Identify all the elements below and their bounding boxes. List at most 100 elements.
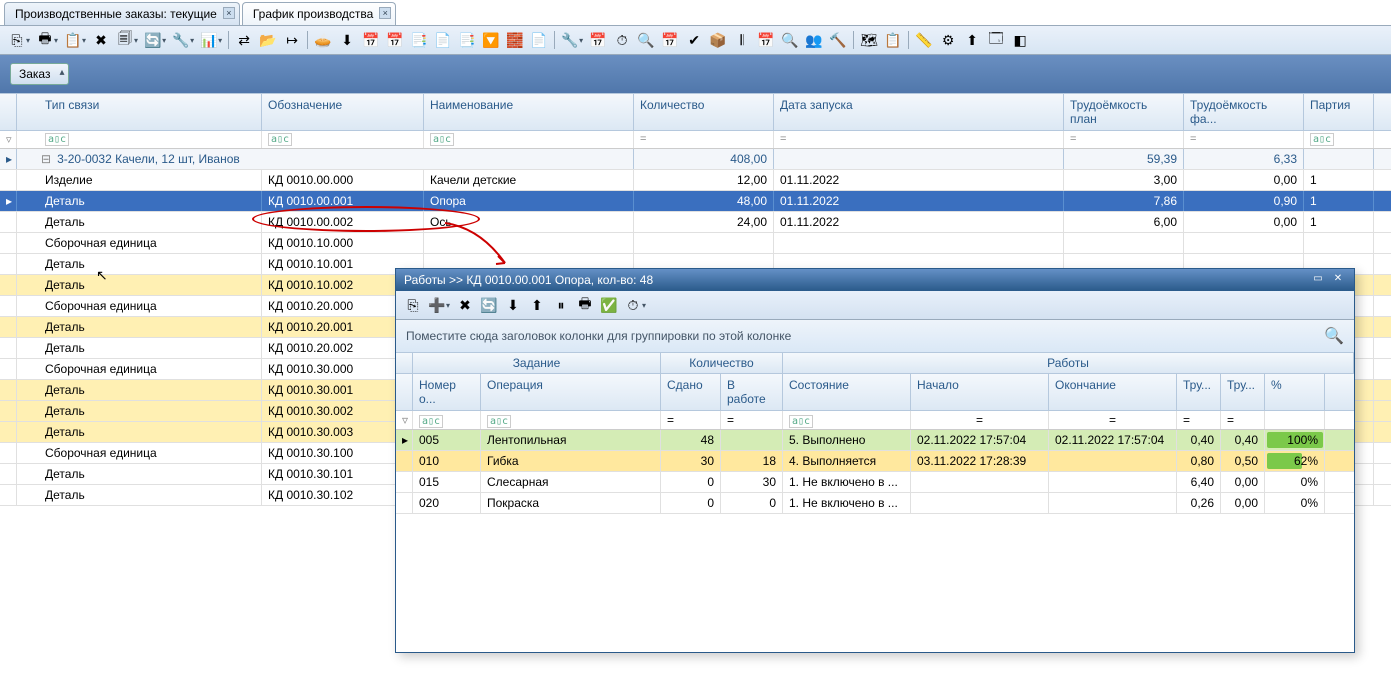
toolbar-button[interactable]: 📋 <box>62 29 84 51</box>
group-row[interactable]: ▸ ⊟3-20-0032 Качели, 12 шт, Иванов 408,0… <box>0 149 1391 170</box>
toolbar-button[interactable]: 👥 <box>803 29 825 51</box>
col-header-date[interactable]: Дата запуска <box>774 94 1064 130</box>
table-row[interactable]: Сборочная единицаКД 0010.10.000 <box>0 233 1391 254</box>
toolbar-button[interactable]: ⏱ <box>611 29 633 51</box>
toolbar-button[interactable]: ➕ <box>426 294 448 316</box>
toolbar-button[interactable]: ⬇ <box>336 29 358 51</box>
table-row[interactable]: 010Гибка30184. Выполняется03.11.2022 17:… <box>396 451 1354 472</box>
pcol-no[interactable]: Номер о... <box>413 374 481 410</box>
pcol-state[interactable]: Состояние <box>783 374 911 410</box>
filter-indicator-icon[interactable]: ▿ <box>396 411 413 429</box>
col-header-plan[interactable]: Трудоёмкость план <box>1064 94 1184 130</box>
toolbar-button[interactable]: 📂 <box>257 29 279 51</box>
pfilter-pct[interactable] <box>1265 411 1325 429</box>
group-chip-order[interactable]: Заказ <box>10 63 69 85</box>
toolbar-button[interactable]: ↦ <box>281 29 303 51</box>
tab-orders[interactable]: Производственные заказы: текущие × <box>4 2 240 25</box>
toolbar-button[interactable]: 📅 <box>587 29 609 51</box>
pfilter-state[interactable]: a▯c <box>783 411 911 429</box>
dropdown-icon[interactable]: ▾ <box>190 36 196 45</box>
filter-obozn[interactable]: a▯c <box>262 131 424 148</box>
toolbar-button[interactable]: 🔽 <box>480 29 502 51</box>
toolbar-button[interactable]: ✖ <box>90 29 112 51</box>
toolbar-button[interactable]: 📑 <box>408 29 430 51</box>
toolbar-button[interactable]: ⚙ <box>937 29 959 51</box>
tab-schedule[interactable]: График производства × <box>242 2 396 25</box>
toolbar-button[interactable]: 🗔 <box>985 29 1007 51</box>
toolbar-button[interactable]: 🔍 <box>779 29 801 51</box>
col-header-type[interactable]: Тип связи <box>17 94 262 130</box>
popup-titlebar[interactable]: Работы >> КД 0010.00.001 Опора, кол-во: … <box>396 269 1354 291</box>
toolbar-button[interactable]: 📑 <box>456 29 478 51</box>
toolbar-button[interactable]: 𝄃 <box>731 29 753 51</box>
toolbar-button[interactable]: 📅 <box>360 29 382 51</box>
toolbar-button[interactable]: ⬇ <box>502 294 524 316</box>
toolbar-button[interactable]: 📅 <box>384 29 406 51</box>
filter-date[interactable]: = <box>774 131 1064 148</box>
toolbar-button[interactable]: 📄 <box>528 29 550 51</box>
toolbar-button[interactable]: 🔧 <box>170 29 192 51</box>
toolbar-button[interactable]: 📋 <box>882 29 904 51</box>
dropdown-icon[interactable]: ▾ <box>218 36 224 45</box>
filter-type[interactable]: a▯c <box>17 131 262 148</box>
pfilter-start[interactable]: = <box>911 411 1049 429</box>
expand-icon[interactable]: ▸ <box>0 149 17 169</box>
dropdown-icon[interactable]: ▾ <box>134 36 140 45</box>
table-row[interactable]: 020Покраска001. Не включено в ...0,260,0… <box>396 493 1354 514</box>
toolbar-button[interactable]: ✅ <box>598 294 620 316</box>
popup-group-hint[interactable]: Поместите сюда заголовок колонки для гру… <box>396 320 1354 353</box>
toolbar-button[interactable]: 🧱 <box>504 29 526 51</box>
toolbar-button[interactable]: 🥧 <box>312 29 334 51</box>
col-header-fact[interactable]: Трудоёмкость фа... <box>1184 94 1304 130</box>
filter-qty[interactable]: = <box>634 131 774 148</box>
col-header-qty[interactable]: Количество <box>634 94 774 130</box>
table-row[interactable]: ▸005Лентопильная485. Выполнено02.11.2022… <box>396 430 1354 451</box>
dropdown-icon[interactable]: ▾ <box>54 36 60 45</box>
toolbar-button[interactable]: ✔ <box>683 29 705 51</box>
col-header-party[interactable]: Партия <box>1304 94 1374 130</box>
toolbar-button[interactable]: ✖ <box>454 294 476 316</box>
pcol-op[interactable]: Операция <box>481 374 661 410</box>
toolbar-button[interactable]: 📏 <box>913 29 935 51</box>
toolbar-button[interactable]: ⏸ <box>550 294 572 316</box>
pcol-end[interactable]: Окончание <box>1049 374 1177 410</box>
table-row[interactable]: ДетальКД 0010.00.002Ось24,0001.11.20226,… <box>0 212 1391 233</box>
dropdown-icon[interactable]: ▾ <box>82 36 88 45</box>
toolbar-button[interactable]: 📦 <box>707 29 729 51</box>
minimize-icon[interactable]: ▭ <box>1310 273 1326 287</box>
filter-fact[interactable]: = <box>1184 131 1304 148</box>
pfilter-end[interactable]: = <box>1049 411 1177 429</box>
toolbar-button[interactable]: ◧ <box>1009 29 1031 51</box>
toolbar-button[interactable]: ⎘ <box>6 29 28 51</box>
filter-indicator-icon[interactable]: ▿ <box>0 131 17 148</box>
dropdown-icon[interactable]: ▾ <box>162 36 168 45</box>
toolbar-button[interactable]: 🔄 <box>478 294 500 316</box>
table-row[interactable]: ИзделиеКД 0010.00.000Качели детские12,00… <box>0 170 1391 191</box>
toolbar-button[interactable]: 🗺 <box>858 29 880 51</box>
pcol-tr2[interactable]: Тру... <box>1221 374 1265 410</box>
col-header-naim[interactable]: Наименование <box>424 94 634 130</box>
table-row[interactable]: 015Слесарная0301. Не включено в ...6,400… <box>396 472 1354 493</box>
pcol-pct[interactable]: % <box>1265 374 1325 410</box>
toolbar-button[interactable]: 🗐 <box>114 29 136 51</box>
pfilter-given[interactable]: = <box>661 411 721 429</box>
toolbar-button[interactable]: 🔍 <box>635 29 657 51</box>
pfilter-tr1[interactable]: = <box>1177 411 1221 429</box>
toolbar-button[interactable]: ⇄ <box>233 29 255 51</box>
table-row[interactable]: ▸ДетальКД 0010.00.001Опора48,0001.11.202… <box>0 191 1391 212</box>
dropdown-icon[interactable]: ▾ <box>446 301 452 310</box>
toolbar-button[interactable]: 🔄 <box>142 29 164 51</box>
close-icon[interactable]: ✕ <box>1330 273 1346 287</box>
pfilter-no[interactable]: a▯c <box>413 411 481 429</box>
dropdown-icon[interactable]: ▾ <box>26 36 32 45</box>
dropdown-icon[interactable]: ▾ <box>642 301 648 310</box>
toolbar-button[interactable]: 📅 <box>659 29 681 51</box>
toolbar-button[interactable]: 🔧 <box>559 29 581 51</box>
toolbar-button[interactable]: ⬆ <box>526 294 548 316</box>
filter-naim[interactable]: a▯c <box>424 131 634 148</box>
pcol-work[interactable]: В работе <box>721 374 783 410</box>
close-icon[interactable]: × <box>379 7 391 19</box>
group-panel[interactable]: Заказ <box>0 55 1391 93</box>
close-icon[interactable]: × <box>223 7 235 19</box>
toolbar-button[interactable]: 📊 <box>198 29 220 51</box>
